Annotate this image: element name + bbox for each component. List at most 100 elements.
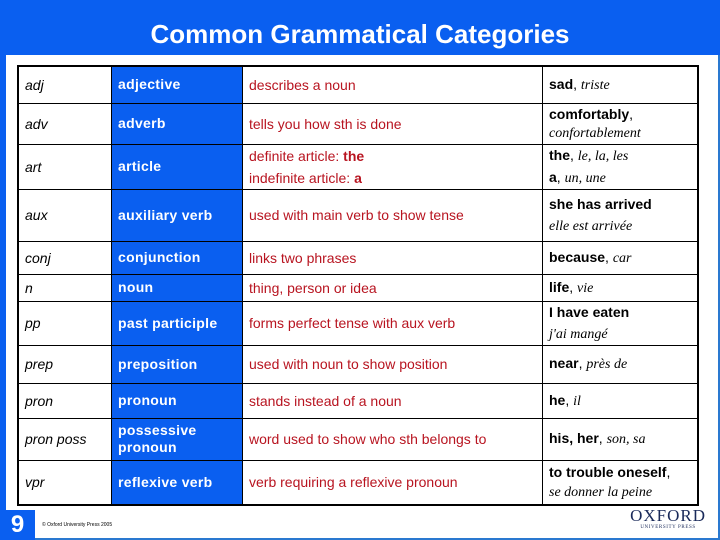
table-row: prep preposition used with noun to show … <box>17 344 699 384</box>
table-row: pron poss possessive pronoun word used t… <box>17 417 699 461</box>
example-french: vie <box>577 280 594 296</box>
logo-line-1: OXFORD <box>630 506 706 525</box>
term-cell: adjective <box>111 65 243 104</box>
term-cell: adverb <box>111 102 243 145</box>
example-english: I have eaten <box>549 303 630 320</box>
term-cell: preposition <box>111 344 243 384</box>
abbreviation-cell: pron poss <box>17 417 112 461</box>
definite-value: the <box>343 147 365 164</box>
abbreviation-cell: adv <box>17 102 112 145</box>
example-cell: near, près de <box>542 344 699 384</box>
term-cell: reflexive verb <box>111 459 243 506</box>
example-english: near <box>549 355 579 371</box>
example-french: son, sa <box>606 432 646 447</box>
table-row: n noun thing, person or idea life, vie <box>17 273 699 302</box>
abbreviation-cell: conj <box>17 240 112 275</box>
left-accent-strip <box>0 55 6 510</box>
table-row: conj conjunction links two phrases becau… <box>17 240 699 275</box>
description-cell: used with noun to show position <box>242 344 543 384</box>
example-cell: comfortably, confortablement <box>542 102 699 145</box>
example-separator: , <box>598 430 607 446</box>
example-english: a <box>549 168 557 185</box>
example-separator: , <box>666 463 671 480</box>
table-row: art article definite article: the indefin… <box>17 143 699 190</box>
example-english: the <box>549 146 570 163</box>
table-row: adv adverb tells you how sth is done com… <box>17 102 699 145</box>
example-french: j'ai mangé <box>549 326 608 342</box>
indefinite-label: indefinite article: <box>249 169 355 186</box>
example-separator: , <box>556 168 565 185</box>
example-separator: , <box>565 391 574 408</box>
description-cell: verb requiring a reflexive pronoun <box>242 459 543 506</box>
example-french: un, une <box>564 170 606 186</box>
example-cell: to trouble oneself, se donner la peine <box>542 459 699 506</box>
example-english: comfortably <box>549 105 630 122</box>
example-cell: she has arrived elle est arrivée <box>542 188 699 242</box>
abbreviation-cell: prep <box>17 344 112 384</box>
example-french: car <box>612 250 632 266</box>
example-cell: life, vie <box>542 273 699 302</box>
example-cell: he, il <box>542 382 699 419</box>
example-english: to trouble oneself <box>549 463 667 480</box>
example-cell: I have eaten j'ai mangé <box>542 300 699 346</box>
example-cell: because, car <box>542 240 699 275</box>
description-cell: word used to show who sth belongs to <box>242 417 543 461</box>
table-row: adj adjective describes a noun sad, tris… <box>17 65 699 104</box>
example-cell: the, le, la, les a, un, une <box>542 143 699 190</box>
table-row: pron pronoun stands instead of a noun he… <box>17 382 699 419</box>
example-english: he <box>549 391 566 408</box>
description-cell: links two phrases <box>242 240 543 275</box>
term-cell: past participle <box>111 300 243 346</box>
table-row: vpr reflexive verb verb requiring a refl… <box>17 459 699 506</box>
example-separator: , <box>629 105 634 122</box>
example-english: sad <box>549 75 574 92</box>
term-cell: conjunction <box>111 240 243 275</box>
example-separator: , <box>605 248 613 265</box>
slide-title: Common Grammatical Categories <box>150 19 570 49</box>
term-cell: article <box>111 143 243 190</box>
example-separator: , <box>569 278 578 295</box>
definite-label: definite article: <box>249 147 344 164</box>
description-cell: tells you how sth is done <box>242 102 543 145</box>
term-cell: auxiliary verb <box>111 188 243 242</box>
example-separator: , <box>570 146 578 163</box>
table-row: pp past participle forms perfect tense w… <box>17 300 699 346</box>
logo-line-2: UNIVERSITY PRESS <box>640 525 696 530</box>
example-cell: sad, triste <box>542 65 699 104</box>
abbreviation-cell: adj <box>17 65 112 104</box>
abbreviation-cell: vpr <box>17 459 112 506</box>
example-french: près de <box>586 357 628 372</box>
abbreviation-cell: aux <box>17 188 112 242</box>
example-french: confortablement <box>549 125 641 141</box>
abbreviation-cell: n <box>17 273 112 302</box>
description-cell: thing, person or idea <box>242 273 543 302</box>
description-cell: forms perfect tense with aux verb <box>242 300 543 346</box>
example-english: she has arrived <box>549 195 652 212</box>
example-separator: , <box>573 75 581 92</box>
description-cell: describes a noun <box>242 65 543 104</box>
example-french: elle est arrivée <box>549 218 633 234</box>
oxford-logo: OXFORD UNIVERSITY PRESS <box>630 506 706 532</box>
example-cell: his, her, son, sa <box>542 417 699 461</box>
example-english: his, her <box>549 430 599 446</box>
example-english: because <box>549 248 606 265</box>
term-cell: possessive pronoun <box>111 417 243 461</box>
example-english: life <box>549 278 570 295</box>
example-french: il <box>573 393 581 409</box>
example-french: triste <box>580 77 610 93</box>
term-cell: noun <box>111 273 243 302</box>
table-row: aux auxiliary verb used with main verb t… <box>17 188 699 242</box>
abbreviation-cell: art <box>17 143 112 190</box>
copyright-notice: © Oxford University Press 2005 <box>42 522 113 528</box>
example-french: se donner la peine <box>549 484 653 500</box>
abbreviation-cell: pp <box>17 300 112 346</box>
description-cell: definite article: the indefinite article:… <box>242 143 543 190</box>
page-number: 9 <box>0 510 35 540</box>
term-cell: pronoun <box>111 382 243 419</box>
indefinite-value: a <box>354 169 362 186</box>
abbreviation-cell: pron <box>17 382 112 419</box>
example-french: le, la, les <box>577 148 629 164</box>
grammar-table: adj adjective describes a noun sad, tris… <box>17 65 699 506</box>
description-cell: used with main verb to show tense <box>242 188 543 242</box>
description-cell: stands instead of a noun <box>242 382 543 419</box>
